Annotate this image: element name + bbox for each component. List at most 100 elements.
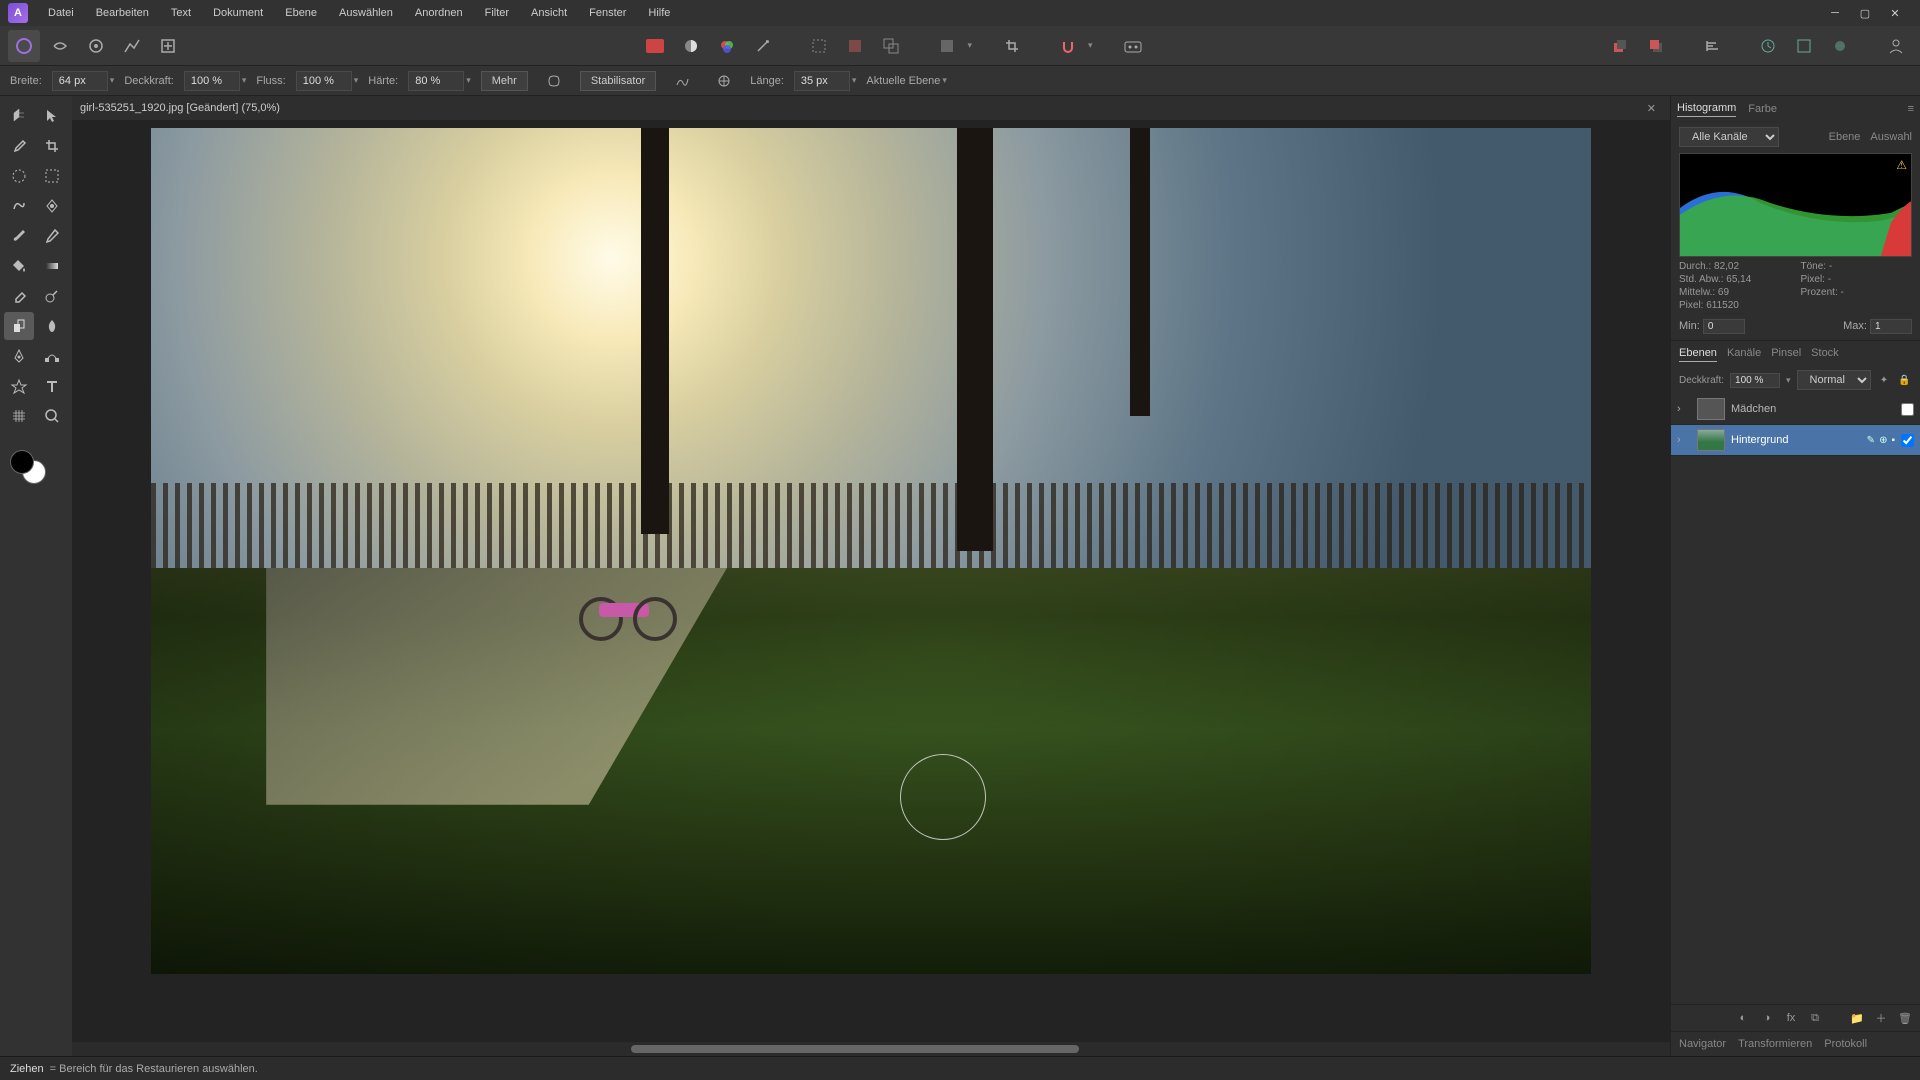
hardness-dropdown[interactable]: ▾ — [466, 75, 471, 86]
pixel-tool[interactable] — [37, 222, 67, 250]
target-layer-dropdown[interactable]: ▾ — [942, 75, 947, 86]
menu-auswaehlen[interactable]: Auswählen — [329, 3, 403, 23]
mask-layer-button[interactable]: ◐ — [1734, 1009, 1752, 1027]
snapping-icon[interactable] — [1052, 30, 1084, 62]
target-layer-select[interactable]: Aktuelle Ebene — [866, 75, 940, 87]
length-input[interactable] — [794, 71, 850, 91]
layer-visible-checkbox[interactable] — [1901, 434, 1914, 447]
layer-lock-small-icon[interactable]: ▪ — [1891, 435, 1895, 446]
document-tab[interactable]: girl-535251_1920.jpg [Geändert] (75,0%) — [80, 102, 280, 114]
horizontal-scrollbar[interactable] — [72, 1042, 1670, 1056]
flow-dropdown[interactable]: ▾ — [354, 75, 359, 86]
group-layer-button[interactable]: 📁 — [1848, 1009, 1866, 1027]
layer-lock-icon[interactable]: 🔒 — [1897, 371, 1912, 389]
move-tool[interactable] — [37, 102, 67, 130]
layer-visible-checkbox[interactable] — [1901, 403, 1914, 416]
persona-photo-icon[interactable] — [8, 30, 40, 62]
wet-edges-icon[interactable] — [538, 65, 570, 97]
channels-select[interactable]: Alle Kanäle — [1679, 127, 1779, 147]
live-filter-button[interactable]: ⧉ — [1806, 1009, 1824, 1027]
menu-bearbeiten[interactable]: Bearbeiten — [86, 3, 159, 23]
navigator-tab[interactable]: Navigator — [1679, 1036, 1726, 1052]
menu-ebene[interactable]: Ebene — [275, 3, 327, 23]
flood-select-tool[interactable] — [37, 192, 67, 220]
persona-liquify-icon[interactable] — [44, 30, 76, 62]
quickmask-icon[interactable] — [931, 30, 963, 62]
hardness-input[interactable] — [408, 71, 464, 91]
layer-edit-icon[interactable]: ✎ — [1867, 435, 1875, 446]
canvas-image[interactable] — [151, 128, 1591, 974]
layer-visibility-toggle[interactable]: › — [1677, 403, 1691, 415]
selection-add-icon[interactable] — [839, 30, 871, 62]
persona-develop-icon[interactable] — [80, 30, 112, 62]
opacity-input[interactable] — [184, 71, 240, 91]
width-input[interactable] — [52, 71, 108, 91]
window-maximize-button[interactable]: ▢ — [1856, 4, 1874, 22]
mesh-tool[interactable] — [4, 402, 34, 430]
panel-menu-icon[interactable]: ≡ — [1908, 101, 1914, 117]
selection-brush-tool[interactable] — [4, 162, 34, 190]
history-tab[interactable]: Protokoll — [1824, 1036, 1867, 1052]
histogram-tab[interactable]: Histogramm — [1677, 100, 1736, 117]
menu-hilfe[interactable]: Hilfe — [638, 3, 680, 23]
autowb-icon[interactable] — [747, 30, 779, 62]
text-tool[interactable] — [37, 372, 67, 400]
node-tool[interactable] — [37, 342, 67, 370]
persona-tone-icon[interactable] — [116, 30, 148, 62]
colorpicker-tool[interactable] — [4, 132, 34, 160]
layer-visibility-toggle[interactable]: › — [1677, 434, 1691, 446]
autolevel-icon[interactable] — [639, 30, 671, 62]
scrollbar-thumb[interactable] — [631, 1045, 1078, 1053]
window-minimize-button[interactable]: ─ — [1826, 4, 1844, 22]
delete-layer-button[interactable]: 🗑 — [1896, 1009, 1914, 1027]
min-input[interactable] — [1703, 319, 1745, 334]
add-pixel-layer-button[interactable]: ＋ — [1872, 1009, 1890, 1027]
stock-tab[interactable]: Stock — [1811, 345, 1839, 362]
autocolor-icon[interactable] — [711, 30, 743, 62]
brushes-tab[interactable]: Pinsel — [1771, 345, 1801, 362]
transform-tab[interactable]: Transformieren — [1738, 1036, 1812, 1052]
gradient-tool[interactable] — [37, 252, 67, 280]
flow-input[interactable] — [296, 71, 352, 91]
layer-opacity-input[interactable] — [1730, 373, 1780, 388]
hist-auswahl-tab[interactable]: Auswahl — [1870, 129, 1912, 145]
layers-tab[interactable]: Ebenen — [1679, 345, 1717, 362]
menu-ansicht[interactable]: Ansicht — [521, 3, 577, 23]
layer-row-hintergrund[interactable]: › Hintergrund ✎ ⊕ ▪ — [1671, 425, 1920, 456]
selection-sub-icon[interactable] — [875, 30, 907, 62]
max-input[interactable] — [1870, 319, 1912, 334]
fx-layer-button[interactable]: fx — [1782, 1009, 1800, 1027]
autocontrast-icon[interactable] — [675, 30, 707, 62]
crop-icon[interactable] — [996, 30, 1028, 62]
freehand-tool[interactable] — [4, 192, 34, 220]
rope-mode-icon[interactable] — [666, 65, 698, 97]
document-close-button[interactable]: ✕ — [1647, 102, 1662, 115]
erase-tool[interactable] — [4, 282, 34, 310]
zoom-tool[interactable] — [37, 402, 67, 430]
align-icon[interactable] — [1696, 30, 1728, 62]
paint-brush-tool[interactable] — [4, 222, 34, 250]
more-button[interactable]: Mehr — [481, 71, 528, 91]
layer-fx-icon[interactable]: ✦ — [1877, 371, 1892, 389]
foreground-color-swatch[interactable] — [10, 450, 34, 474]
clone-tool[interactable] — [4, 312, 34, 340]
hist-ebene-tab[interactable]: Ebene — [1829, 129, 1861, 145]
adjustment-layer-button[interactable]: ◑ — [1758, 1009, 1776, 1027]
layer-row-maedchen[interactable]: › Mädchen — [1671, 394, 1920, 425]
account-icon[interactable] — [1880, 30, 1912, 62]
menu-dokument[interactable]: Dokument — [203, 3, 273, 23]
fill-tool[interactable] — [4, 252, 34, 280]
menu-fenster[interactable]: Fenster — [579, 3, 636, 23]
arrange-back-icon[interactable] — [1604, 30, 1636, 62]
menu-datei[interactable]: Datei — [38, 3, 84, 23]
marquee-tool[interactable] — [37, 162, 67, 190]
view-tool[interactable] — [4, 102, 34, 130]
dodge-tool[interactable] — [37, 282, 67, 310]
opacity-dropdown[interactable]: ▾ — [242, 75, 247, 86]
stabilizer-button[interactable]: Stabilisator — [580, 71, 656, 91]
menu-text[interactable]: Text — [161, 3, 201, 23]
snapping-dropdown[interactable]: ▾ — [1088, 40, 1093, 51]
pen-tool[interactable] — [4, 342, 34, 370]
canvas-viewport[interactable] — [72, 120, 1670, 1042]
assistant-icon[interactable] — [1117, 30, 1149, 62]
